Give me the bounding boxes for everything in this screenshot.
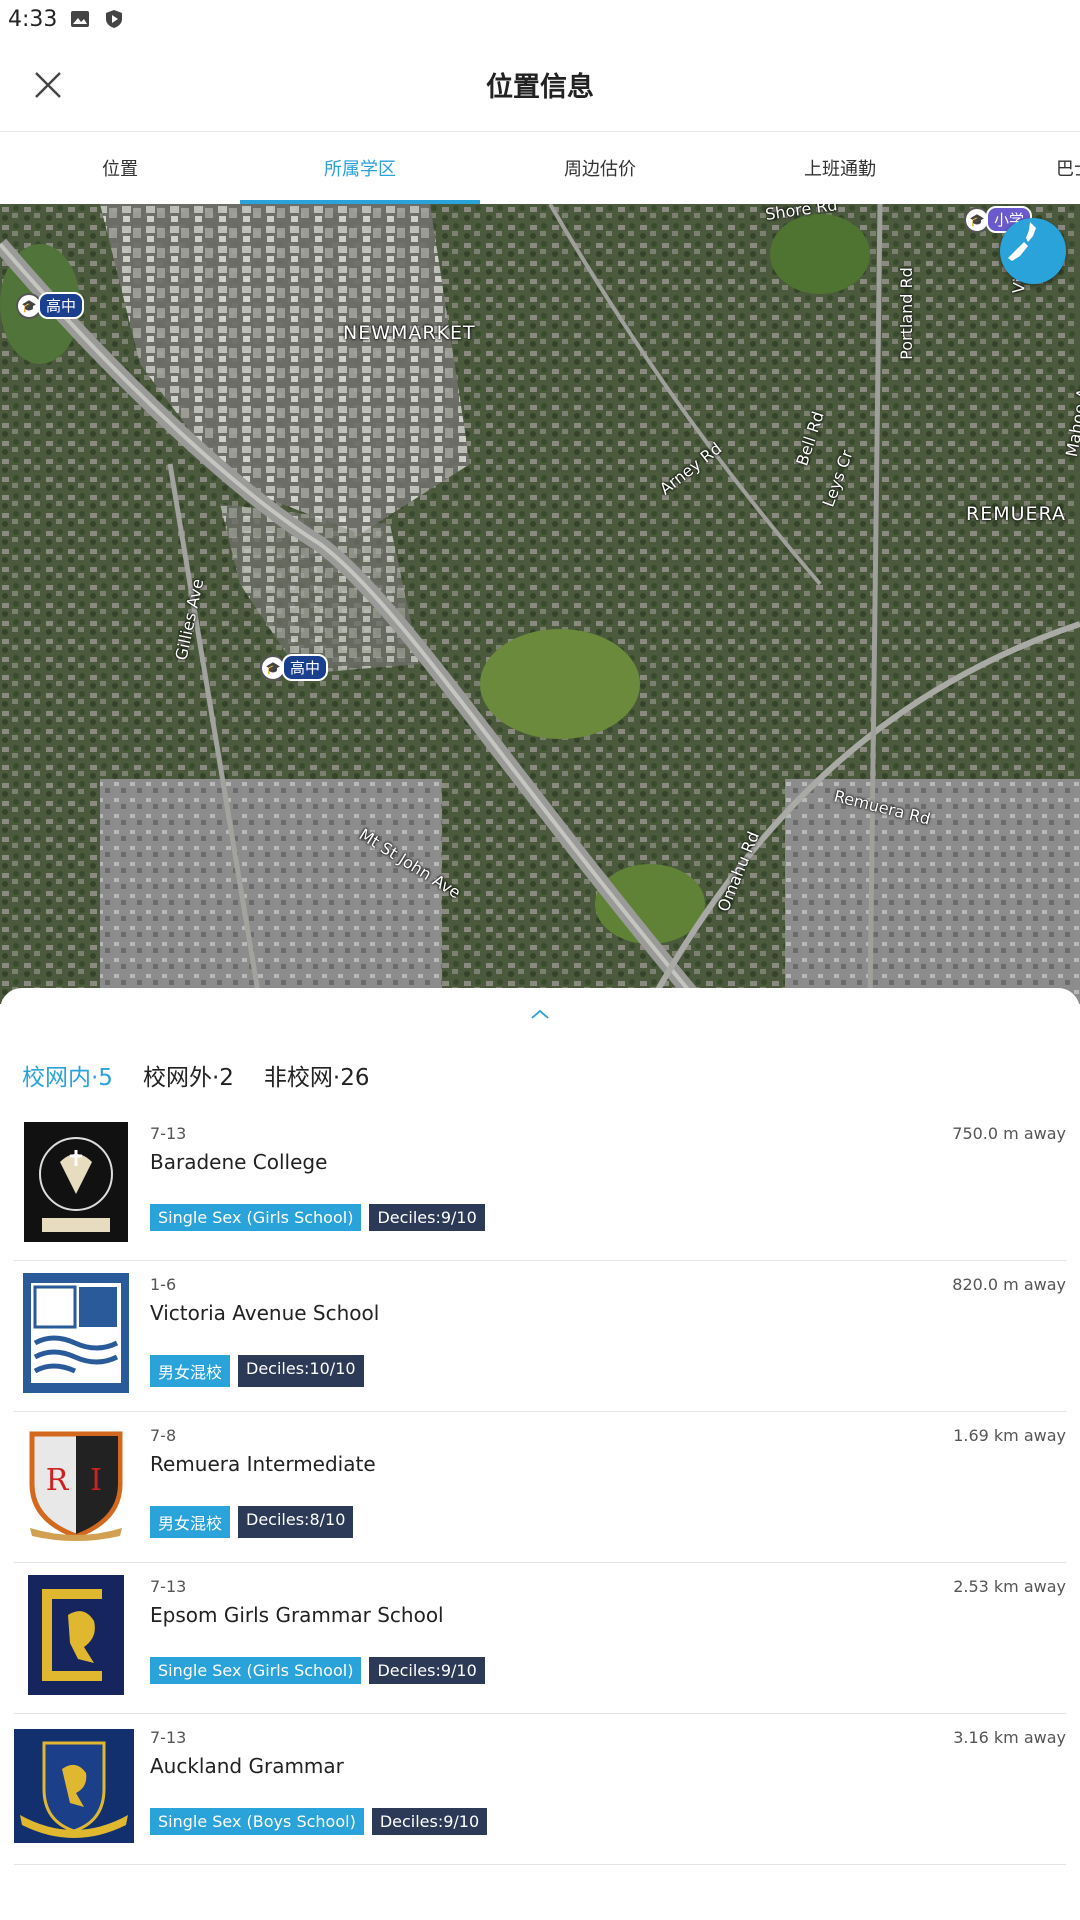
svg-text:I: I [90, 1463, 102, 1498]
school-distance: 1.69 km away [953, 1426, 1066, 1445]
school-tags: Single Sex (Girls School) Deciles:9/10 [150, 1657, 485, 1684]
school-list-item[interactable]: R I 7-8 Remuera Intermediate 1.69 km awa… [14, 1412, 1066, 1563]
decile-badge: Deciles:9/10 [369, 1657, 485, 1684]
school-tags: Single Sex (Girls School) Deciles:9/10 [150, 1204, 485, 1231]
tab-school-zone[interactable]: 所属学区 [240, 132, 480, 204]
school-list-sheet: 校网内·5 校网外·2 非校网·26 7-13 Baradene College… [0, 988, 1080, 1920]
image-icon [69, 8, 91, 30]
pin-label: 高中 [38, 292, 85, 319]
tab-commute[interactable]: 上班通勤 [720, 132, 960, 204]
expand-sheet-button[interactable] [528, 1006, 552, 1022]
school-grade: 7-8 [150, 1426, 177, 1445]
school-list-item[interactable]: 7-13 Epsom Girls Grammar School 2.53 km … [14, 1563, 1066, 1714]
svg-text:R: R [46, 1463, 70, 1498]
school-type-badge: Single Sex (Girls School) [150, 1204, 362, 1231]
school-distance: 3.16 km away [953, 1728, 1066, 1747]
map-label-remuera: REMUERA [966, 503, 1066, 525]
school-list-item[interactable]: 1-6 Victoria Avenue School 820.0 m away … [14, 1261, 1066, 1412]
school-grade: 7-13 [150, 1124, 187, 1143]
school-grade: 1-6 [150, 1275, 177, 1294]
remuera-intermediate-crest-icon: R I [22, 1424, 130, 1544]
shield-icon [103, 8, 125, 30]
status-time: 4:33 [8, 6, 58, 32]
status-bar: 4:33 [0, 0, 1080, 38]
filter-out-zone[interactable]: 校网外·2 [143, 1058, 234, 1092]
school-distance: 750.0 m away [952, 1124, 1066, 1143]
school-distance: 2.53 km away [953, 1577, 1066, 1596]
victoria-avenue-crest-icon [22, 1273, 130, 1393]
auckland-grammar-crest-icon [14, 1726, 134, 1846]
school-list-item[interactable]: 7-13 Baradene College 750.0 m away Singl… [14, 1110, 1066, 1261]
app-header: 位置信息 [0, 38, 1080, 132]
school-list-item[interactable]: 7-13 Auckland Grammar 3.16 km away Singl… [14, 1714, 1066, 1865]
school-name: Auckland Grammar [150, 1754, 344, 1778]
school-pin-high[interactable]: 🎓 高中 [260, 654, 329, 681]
pin-label: 高中 [282, 654, 329, 681]
tab-nearby-valuation[interactable]: 周边估价 [480, 132, 720, 204]
epsom-girls-crest-icon [22, 1575, 130, 1695]
map-label-newmarket: NEWMARKET [343, 322, 476, 344]
filter-in-zone[interactable]: 校网内·5 [22, 1058, 113, 1092]
close-icon [35, 71, 61, 98]
school-pin-high[interactable]: 🎓 高中 [16, 292, 85, 319]
zone-filter-tabs: 校网内·5 校网外·2 非校网·26 [22, 1058, 369, 1092]
school-distance: 820.0 m away [952, 1275, 1066, 1294]
school-tags: 男女混校 Deciles:8/10 [150, 1506, 354, 1538]
school-list: 7-13 Baradene College 750.0 m away Singl… [0, 1110, 1080, 1865]
baradene-crest-icon [22, 1122, 130, 1242]
chevron-up-icon [531, 1009, 549, 1019]
school-grade: 7-13 [150, 1577, 187, 1596]
tab-bus[interactable]: 巴士 [960, 132, 1080, 204]
school-name: Victoria Avenue School [150, 1301, 380, 1325]
decile-badge: Deciles:8/10 [238, 1506, 354, 1538]
satellite-map-image [0, 204, 1080, 1004]
new-zealand-map-button[interactable] [1000, 218, 1066, 284]
tab-location[interactable]: 位置 [0, 132, 240, 204]
map-label-portland-rd: Portland Rd [896, 267, 916, 360]
school-name: Baradene College [150, 1150, 328, 1174]
school-name: Remuera Intermediate [150, 1452, 376, 1476]
tab-bar: 位置 所属学区 周边估价 上班通勤 巴士 [0, 132, 1080, 204]
page-title: 位置信息 [486, 72, 594, 103]
close-button[interactable] [20, 57, 76, 113]
decile-badge: Deciles:9/10 [371, 1808, 488, 1835]
school-name: Epsom Girls Grammar School [150, 1603, 444, 1627]
school-type-badge: Single Sex (Boys School) [150, 1808, 364, 1835]
school-type-badge: Single Sex (Girls School) [150, 1657, 362, 1684]
map-view[interactable]: NEWMARKET REMUERA Shore Rd Portland Rd B… [0, 204, 1080, 1004]
filter-no-zone[interactable]: 非校网·26 [264, 1058, 370, 1092]
school-tags: Single Sex (Boys School) Deciles:9/10 [150, 1808, 488, 1835]
decile-badge: Deciles:10/10 [238, 1355, 364, 1387]
new-zealand-map-icon [1008, 222, 1036, 261]
school-type-badge: 男女混校 [150, 1506, 231, 1538]
decile-badge: Deciles:9/10 [369, 1204, 485, 1231]
school-type-badge: 男女混校 [150, 1355, 231, 1387]
school-grade: 7-13 [150, 1728, 187, 1747]
school-tags: 男女混校 Deciles:10/10 [150, 1355, 364, 1387]
